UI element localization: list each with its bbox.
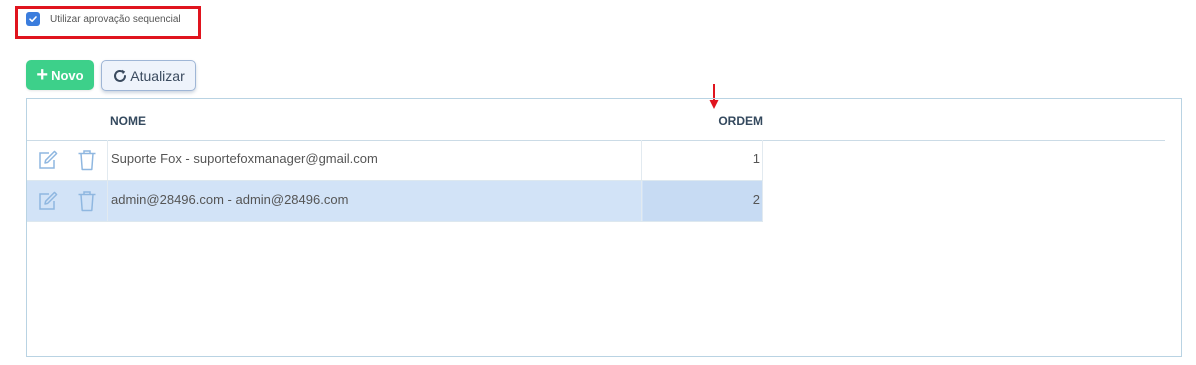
trash-icon[interactable] [77, 149, 97, 176]
grid-header: NOME ORDEM [27, 99, 1165, 141]
trash-icon[interactable] [77, 190, 97, 217]
check-icon [29, 16, 37, 22]
sequential-approval-option[interactable]: Utilizar aprovação sequencial [26, 12, 181, 26]
refresh-button[interactable]: Atualizar [101, 60, 196, 91]
refresh-button-label: Atualizar [130, 67, 185, 84]
column-header-order[interactable]: ORDEM [677, 114, 763, 128]
new-button[interactable]: + Novo [26, 60, 94, 90]
column-header-name[interactable]: NOME [110, 114, 146, 128]
table-row[interactable]: Suporte Fox - suportefoxmanager@gmail.co… [27, 140, 763, 181]
cell-name: admin@28496.com - admin@28496.com [107, 181, 642, 221]
sequential-approval-checkbox[interactable] [26, 12, 40, 26]
approvers-grid: NOME ORDEM Suporte Fox - suportefoxmanag… [26, 98, 1182, 357]
refresh-icon [114, 69, 127, 82]
sequential-approval-label: Utilizar aprovação sequencial [50, 13, 181, 25]
new-button-label: Novo [51, 67, 84, 83]
cell-order: 1 [643, 140, 763, 180]
table-row-selected[interactable]: admin@28496.com - admin@28496.com 2 [27, 181, 763, 222]
cell-name: Suporte Fox - suportefoxmanager@gmail.co… [107, 140, 642, 180]
plus-icon: + [36, 64, 49, 86]
page: Utilizar aprovação sequencial + Novo Atu… [0, 0, 1196, 365]
edit-icon[interactable] [37, 191, 59, 216]
edit-icon[interactable] [37, 150, 59, 175]
cell-order: 2 [643, 181, 763, 221]
